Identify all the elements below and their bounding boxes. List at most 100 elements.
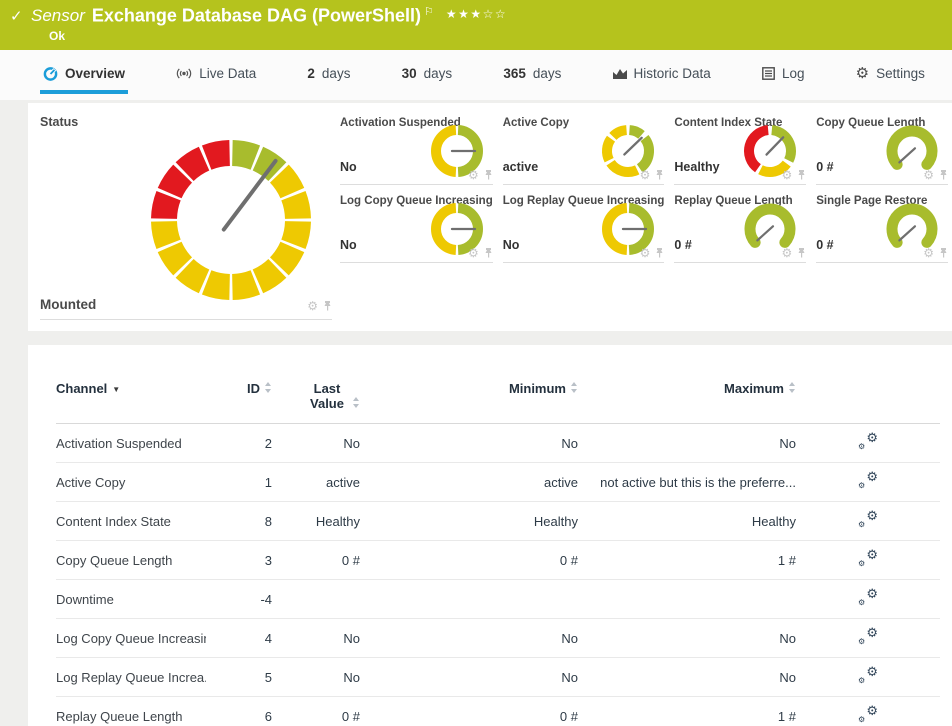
sensor-header-banner: ✓ SensorExchange Database DAG (PowerShel… (0, 0, 952, 50)
column-header-last-value[interactable]: Last Value (272, 345, 360, 424)
cell-maximum: 1 # (578, 541, 796, 580)
pin-icon[interactable] (654, 247, 664, 259)
cell-last-value: No (272, 619, 360, 658)
cell-channel: Log Copy Queue Increasing (56, 619, 206, 658)
channel-settings-icon[interactable]: ⚙ ⚙ (858, 511, 878, 528)
column-header-channel[interactable]: Channel▼ (56, 345, 206, 424)
status-channel-label: Status (40, 115, 78, 129)
gear-icon[interactable]: ⚙ (781, 169, 792, 181)
gear-icon[interactable]: ⚙ (923, 247, 934, 259)
channels-table-body: Activation Suspended 2 No No No ⚙ ⚙ Acti… (56, 424, 940, 726)
cell-id: 1 (206, 463, 272, 502)
cell-channel: Replay Queue Length (56, 697, 206, 726)
pin-icon[interactable] (796, 169, 806, 181)
channel-settings-icon[interactable]: ⚙ ⚙ (858, 628, 878, 645)
column-header-maximum[interactable]: Maximum (578, 345, 796, 424)
channel-settings-icon[interactable]: ⚙ ⚙ (858, 706, 878, 723)
tab-live-data[interactable]: Live Data (173, 57, 259, 94)
cell-channel: Active Copy (56, 463, 206, 502)
flag-icon[interactable]: ⚐ (424, 6, 434, 18)
channel-settings-icon[interactable]: ⚙ ⚙ (858, 589, 878, 606)
cell-channel: Activation Suspended (56, 424, 206, 463)
table-row: Replay Queue Length 6 0 # 0 # 1 # ⚙ ⚙ (56, 697, 940, 726)
cell-id: 2 (206, 424, 272, 463)
cell-maximum: No (578, 424, 796, 463)
column-header-edit (796, 345, 940, 424)
column-header-id[interactable]: ID (206, 345, 272, 424)
cell-channel: Log Replay Queue Increa... (56, 658, 206, 697)
gear-icon[interactable]: ⚙ (640, 169, 651, 181)
channel-gauge-tile: Replay Queue Length 0 # ⚙ (674, 191, 806, 263)
tab-365-days[interactable]: 365 days (500, 57, 564, 94)
channel-settings-icon[interactable]: ⚙ ⚙ (858, 472, 878, 489)
channel-value: 0 # (816, 160, 833, 174)
gear-icon[interactable]: ⚙ (640, 247, 651, 259)
channels-table-panel: Channel▼ ID Last Value Minimum Maximum (28, 345, 952, 726)
tab-log[interactable]: Log (759, 57, 808, 94)
channel-settings-icon[interactable]: ⚙ ⚙ (858, 667, 878, 684)
sort-desc-icon: ▼ (112, 385, 120, 394)
status-overview-panel: Status Mounted ⚙ Activation Suspended No… (28, 103, 952, 331)
tab-historic-data[interactable]: Historic Data (610, 57, 714, 94)
pin-icon[interactable] (483, 169, 493, 181)
cell-minimum: No (360, 619, 578, 658)
column-header-minimum[interactable]: Minimum (360, 345, 578, 424)
ok-check-icon: ✓ (10, 7, 23, 25)
cell-maximum: Healthy (578, 502, 796, 541)
gauge-icon (43, 66, 58, 81)
settings-gear-icon: ⚙ (856, 66, 869, 81)
gear-icon[interactable]: ⚙ (307, 300, 318, 312)
gear-icon[interactable]: ⚙ (923, 169, 934, 181)
channel-value: No (503, 238, 520, 252)
gear-icon[interactable]: ⚙ (468, 169, 479, 181)
table-row: Downtime -4 ⚙ ⚙ (56, 580, 940, 619)
pin-icon[interactable] (796, 247, 806, 259)
cell-minimum: active (360, 463, 578, 502)
cell-id: -4 (206, 580, 272, 619)
table-row: Copy Queue Length 3 0 # 0 # 1 # ⚙ ⚙ (56, 541, 940, 580)
gear-icon[interactable]: ⚙ (468, 247, 479, 259)
cell-maximum: 1 # (578, 697, 796, 726)
table-row: Activation Suspended 2 No No No ⚙ ⚙ (56, 424, 940, 463)
tab-bar: Overview Live Data 2 days 30 days 365 da… (0, 50, 952, 100)
tab-2-days[interactable]: 2 days (304, 57, 353, 94)
cell-maximum: No (578, 658, 796, 697)
cell-id: 8 (206, 502, 272, 541)
tab-overview[interactable]: Overview (40, 57, 128, 94)
tab-settings[interactable]: ⚙ Settings (853, 57, 928, 94)
channel-value: active (503, 160, 538, 174)
table-row: Log Replay Queue Increa... 5 No No No ⚙ … (56, 658, 940, 697)
sort-icon (788, 382, 796, 393)
pin-icon[interactable] (654, 169, 664, 181)
cell-maximum: No (578, 619, 796, 658)
channel-settings-icon[interactable]: ⚙ ⚙ (858, 433, 878, 450)
pin-icon[interactable] (322, 300, 332, 312)
cell-last-value: No (272, 658, 360, 697)
priority-stars[interactable]: ★★★☆☆ (446, 7, 507, 21)
cell-minimum: No (360, 424, 578, 463)
cell-id: 6 (206, 697, 272, 726)
broadcast-icon (176, 67, 192, 80)
channel-gauge-tile: Activation Suspended No ⚙ (340, 113, 493, 185)
cell-id: 3 (206, 541, 272, 580)
pin-icon[interactable] (938, 169, 948, 181)
gauge-tiles: Activation Suspended No ⚙ Active Copy ac… (340, 113, 948, 263)
table-row: Content Index State 8 Healthy Healthy He… (56, 502, 940, 541)
cell-last-value (272, 580, 360, 619)
pin-icon[interactable] (938, 247, 948, 259)
gear-icon[interactable]: ⚙ (781, 247, 792, 259)
cell-maximum (578, 580, 796, 619)
cell-last-value: 0 # (272, 541, 360, 580)
channel-value: No (340, 160, 357, 174)
pin-icon[interactable] (483, 247, 493, 259)
cell-last-value: active (272, 463, 360, 502)
channel-gauge-tile: Content Index State Healthy ⚙ (674, 113, 806, 185)
status-main-gauge (146, 135, 316, 305)
sensor-status-text: Ok (49, 29, 65, 43)
cell-minimum (360, 580, 578, 619)
channel-settings-icon[interactable]: ⚙ ⚙ (858, 550, 878, 567)
cell-channel: Content Index State (56, 502, 206, 541)
tab-30-days[interactable]: 30 days (399, 57, 456, 94)
table-row: Log Copy Queue Increasing 4 No No No ⚙ ⚙ (56, 619, 940, 658)
log-icon (762, 67, 775, 80)
